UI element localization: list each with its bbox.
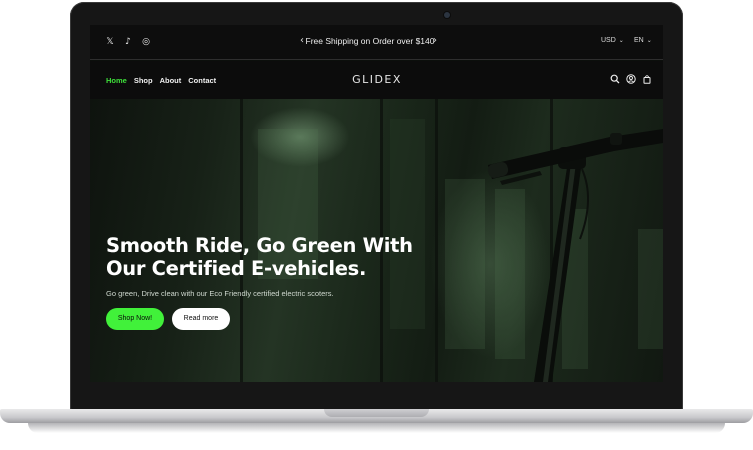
laptop-shadow [28, 423, 725, 433]
shop-now-button[interactable]: Shop Now! [106, 308, 164, 330]
tiktok-icon[interactable]: ♪ [123, 37, 133, 47]
nav-icons [610, 74, 652, 84]
nav-link-home[interactable]: Home [106, 76, 127, 85]
chevron-down-icon: ⌄ [646, 38, 652, 44]
read-more-button[interactable]: Read more [172, 308, 230, 330]
currency-label: USD [601, 37, 616, 44]
search-icon[interactable] [610, 74, 620, 84]
nav-links: Home Shop About Contact [106, 76, 216, 85]
hero-headline-line: Our Certified E-vehicles. [106, 257, 367, 280]
account-icon[interactable] [626, 74, 636, 84]
hero-headline: Smooth Ride, Go Green With Our Certified… [106, 234, 436, 280]
hero-subtext: Go green, Drive clean with our Eco Frien… [106, 289, 334, 298]
laptop-notch [324, 409, 429, 417]
camera-icon [444, 12, 450, 18]
main-navbar: Home Shop About Contact GLIDEX [90, 61, 663, 99]
hero-banner: Smooth Ride, Go Green With Our Certified… [90, 99, 663, 382]
instagram-icon[interactable]: ◎ [141, 37, 151, 47]
nav-link-contact[interactable]: Contact [188, 76, 216, 85]
nav-link-about[interactable]: About [160, 76, 182, 85]
language-label: EN [634, 37, 644, 44]
language-selector[interactable]: EN ⌄ [634, 37, 652, 44]
chevron-right-icon[interactable]: › [433, 35, 437, 46]
brand-logo[interactable]: GLIDEX [342, 73, 412, 86]
cart-icon[interactable] [642, 74, 652, 84]
hero-headline-line: Smooth Ride, Go Green With [106, 234, 413, 257]
currency-selector[interactable]: USD ⌄ [601, 37, 624, 44]
social-links: 𝕏 ♪ ◎ [105, 37, 151, 47]
browser-screen: 𝕏 ♪ ◎ ‹ Free Shipping on Order over $140… [90, 25, 663, 382]
announcement-bar: 𝕏 ♪ ◎ ‹ Free Shipping on Order over $140… [90, 25, 663, 60]
promo-message: Free Shipping on Order over $140 [305, 36, 435, 46]
x-icon[interactable]: 𝕏 [105, 37, 115, 47]
nav-link-shop[interactable]: Shop [134, 76, 153, 85]
chevron-down-icon: ⌄ [618, 38, 624, 44]
